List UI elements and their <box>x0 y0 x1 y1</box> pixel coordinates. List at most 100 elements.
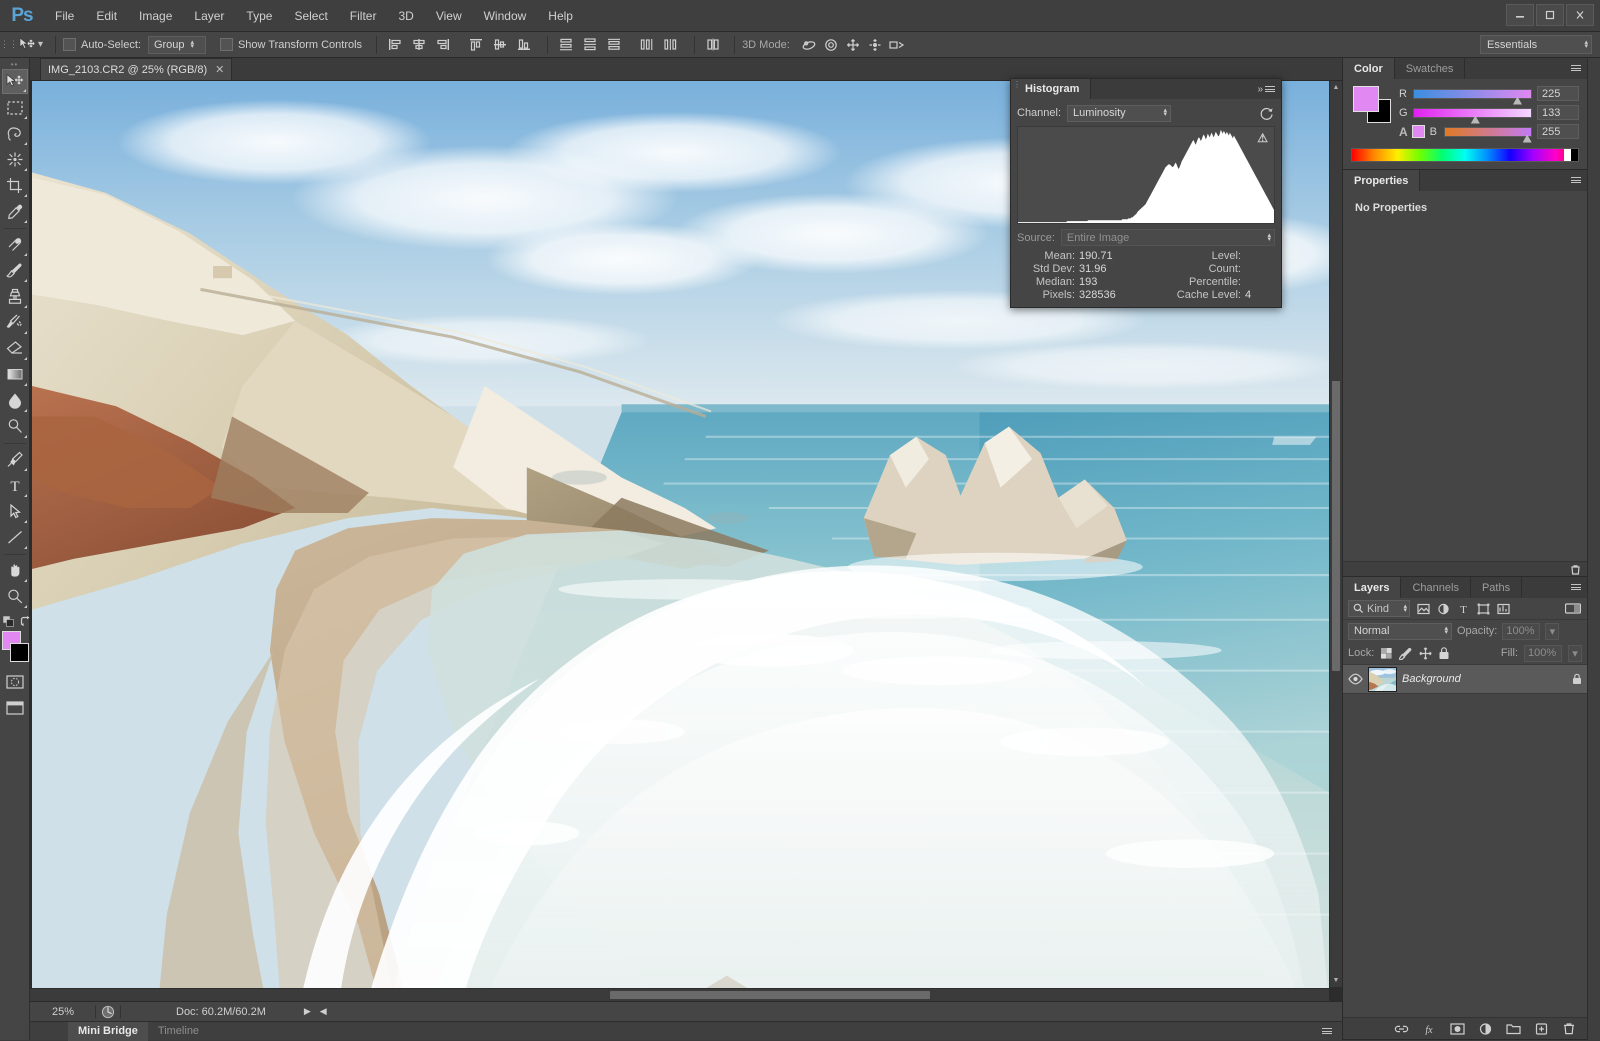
auto-select-scope-select[interactable]: Group ▴▾ <box>148 36 206 54</box>
close-icon[interactable]: ✕ <box>215 63 224 76</box>
histogram-collapse-icon[interactable]: » <box>1257 84 1261 95</box>
color-spectrum-ramp[interactable] <box>1351 148 1579 162</box>
bottom-panel-menu-icon[interactable] <box>1322 1025 1334 1037</box>
layer-style-fx-icon[interactable]: fx <box>1421 1021 1437 1037</box>
align-bottom-edges-icon[interactable] <box>513 34 535 55</box>
active-tool-preview[interactable]: ▾ <box>14 36 48 53</box>
move-tool[interactable] <box>2 69 28 94</box>
layer-thumbnail[interactable] <box>1368 667 1397 692</box>
tool-preset-chevron-icon[interactable]: ▾ <box>38 39 41 50</box>
auto-select-checkbox[interactable] <box>63 38 76 51</box>
spinner-icon[interactable]: ▴▾ <box>191 41 195 49</box>
fill-stepper-icon[interactable]: ▾ <box>1568 645 1582 662</box>
filter-type-layers-icon[interactable]: T <box>1454 600 1473 618</box>
lasso-tool[interactable] <box>2 121 28 146</box>
fill-value[interactable]: 100% <box>1524 645 1562 662</box>
menu-3d[interactable]: 3D <box>387 4 424 28</box>
new-layer-icon[interactable] <box>1533 1021 1549 1037</box>
slider-knob-r[interactable] <box>1513 97 1522 105</box>
opacity-value[interactable]: 100% <box>1502 623 1540 640</box>
menu-edit[interactable]: Edit <box>85 4 128 28</box>
document-thumb-icon[interactable] <box>101 1005 115 1019</box>
document-tab[interactable]: IMG_2103.CR2 @ 25% (RGB/8) ✕ <box>40 58 232 80</box>
layers-list[interactable]: Background <box>1343 664 1587 1017</box>
quick-mask-toggle[interactable] <box>2 669 28 694</box>
gradient-tool[interactable] <box>2 362 28 387</box>
filter-shape-layers-icon[interactable] <box>1474 600 1493 618</box>
blend-mode-select[interactable]: Normal ▴▾ <box>1348 623 1452 640</box>
3d-scale-icon[interactable] <box>886 34 908 55</box>
menu-image[interactable]: Image <box>128 4 183 28</box>
source-spinner-icon[interactable]: ▴▾ <box>1267 234 1271 242</box>
lock-position-icon[interactable] <box>1419 647 1432 660</box>
hand-tool[interactable] <box>2 558 28 583</box>
show-transform-checkbox[interactable] <box>220 38 233 51</box>
screen-mode-toggle[interactable] <box>2 695 28 720</box>
delete-layer-icon[interactable] <box>1561 1021 1577 1037</box>
menu-filter[interactable]: Filter <box>339 4 388 28</box>
lock-image-pixels-icon[interactable] <box>1399 647 1413 660</box>
align-horizontal-centers-icon[interactable] <box>408 34 430 55</box>
quick-selection-tool[interactable] <box>2 147 28 172</box>
histogram-source-select[interactable]: Entire Image ▴▾ <box>1061 229 1275 246</box>
filter-pixel-layers-icon[interactable] <box>1414 600 1433 618</box>
align-vertical-centers-icon[interactable] <box>489 34 511 55</box>
channel-spinner-icon[interactable]: ▴▾ <box>1164 109 1168 117</box>
3d-slide-icon[interactable] <box>864 34 886 55</box>
slider-value-g[interactable]: 133 <box>1537 105 1579 120</box>
menu-window[interactable]: Window <box>473 4 538 28</box>
slider-value-r[interactable]: 225 <box>1537 86 1579 101</box>
status-expand-icon[interactable]: ▶ <box>304 1006 311 1017</box>
menu-view[interactable]: View <box>425 4 473 28</box>
crop-tool[interactable] <box>2 173 28 198</box>
align-right-edges-icon[interactable] <box>432 34 454 55</box>
color-panel-menu-icon[interactable] <box>1571 62 1583 74</box>
tab-swatches[interactable]: Swatches <box>1395 58 1466 79</box>
collapsed-panel-rail[interactable] <box>1587 58 1600 1040</box>
pen-tool[interactable] <box>2 447 28 472</box>
lock-all-icon[interactable] <box>1438 646 1450 660</box>
tab-properties[interactable]: Properties <box>1343 170 1420 191</box>
eraser-tool[interactable] <box>2 336 28 361</box>
tab-color[interactable]: Color <box>1343 58 1395 79</box>
layer-lock-icon[interactable] <box>1572 673 1582 685</box>
histogram-channel-select[interactable]: Luminosity ▴▾ <box>1067 105 1171 122</box>
slider-value-b[interactable]: 255 <box>1537 124 1579 139</box>
brush-tool[interactable] <box>2 258 28 283</box>
table-row[interactable]: Background <box>1343 664 1587 694</box>
new-group-icon[interactable] <box>1505 1021 1521 1037</box>
histogram-panel[interactable]: ⋮ Histogram » Channel: Luminosity ▴▾ ⚠ <box>1010 78 1282 308</box>
kind-spinner-icon[interactable]: ▴▾ <box>1403 605 1407 613</box>
layers-panel-menu-icon[interactable] <box>1571 581 1583 593</box>
vertical-scroll-thumb[interactable] <box>1332 381 1340 671</box>
minimize-button[interactable] <box>1506 4 1534 26</box>
close-button[interactable] <box>1566 4 1594 26</box>
layer-filter-kind-select[interactable]: Kind ▴▾ <box>1348 600 1410 617</box>
scroll-up-icon[interactable]: ▲ <box>1330 81 1342 94</box>
rectangular-marquee-tool[interactable] <box>2 95 28 120</box>
maximize-button[interactable] <box>1536 4 1564 26</box>
swap-colors-icon[interactable] <box>20 616 31 627</box>
history-brush-tool[interactable] <box>2 310 28 335</box>
workspace-spinner-icon[interactable]: ▴▾ <box>1584 41 1588 49</box>
tab-paths[interactable]: Paths <box>1471 577 1522 598</box>
blend-spinner-icon[interactable]: ▴▾ <box>1444 627 1448 635</box>
distribute-left-edges-icon[interactable] <box>636 34 658 55</box>
distribute-top-edges-icon[interactable] <box>555 34 577 55</box>
slider-track-r[interactable] <box>1413 89 1532 99</box>
path-selection-tool[interactable] <box>2 499 28 524</box>
status-collapse-icon[interactable]: ◀ <box>320 1006 327 1017</box>
filter-adjustment-layers-icon[interactable] <box>1434 600 1453 618</box>
tab-channels[interactable]: Channels <box>1401 577 1470 598</box>
refresh-histogram-icon[interactable] <box>1257 104 1275 122</box>
options-bar-grip[interactable]: ⋮⋮ <box>4 32 14 58</box>
horizontal-scroll-thumb[interactable] <box>610 991 930 999</box>
slider-knob-g[interactable] <box>1471 116 1480 124</box>
spot-healing-brush-tool[interactable] <box>2 232 28 257</box>
clone-stamp-tool[interactable] <box>2 284 28 309</box>
menu-type[interactable]: Type <box>235 4 283 28</box>
canvas-vertical-scrollbar[interactable]: ▲ ▼ <box>1329 81 1342 987</box>
delete-properties-icon[interactable] <box>1570 564 1581 575</box>
histogram-panel-menu-icon[interactable] <box>1265 83 1277 95</box>
opacity-stepper-icon[interactable]: ▾ <box>1545 623 1559 640</box>
